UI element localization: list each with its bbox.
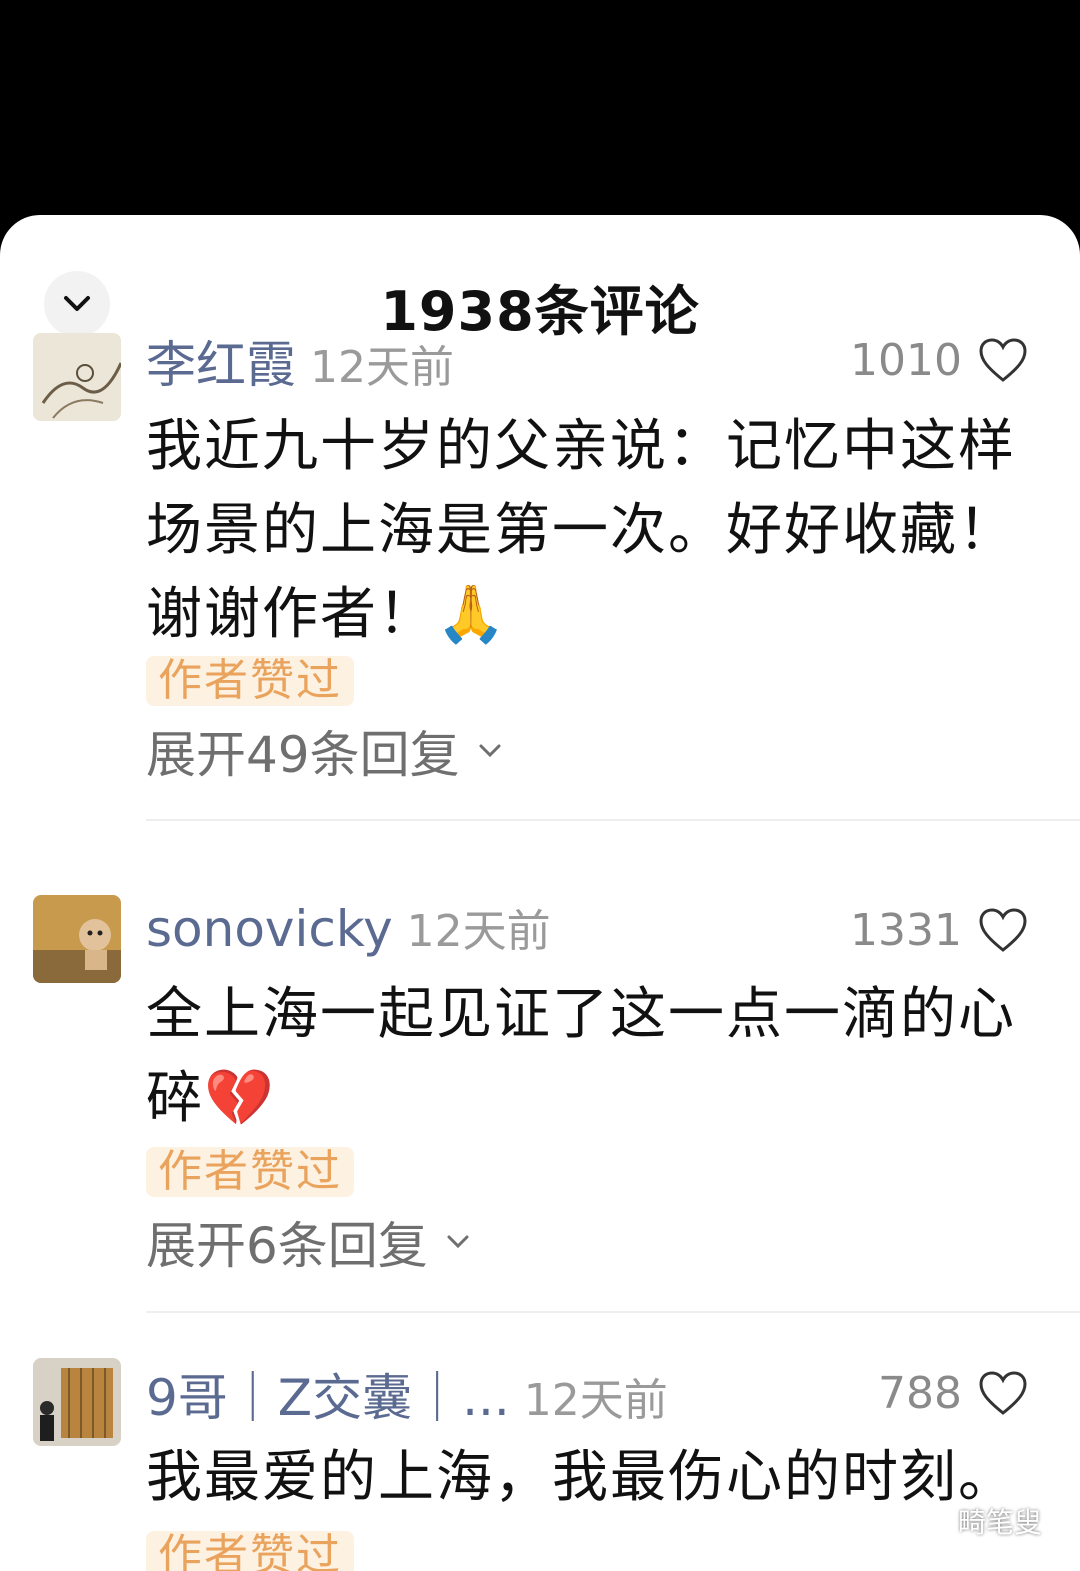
heart-icon[interactable] <box>978 1370 1028 1416</box>
like-count: 1010 <box>850 334 962 386</box>
chevron-down-icon <box>479 744 501 758</box>
watermark: 畸笔叟 <box>904 1501 1042 1541</box>
heart-icon[interactable] <box>978 907 1028 953</box>
avatar-image <box>33 333 121 421</box>
expand-replies-button[interactable]: 展开49条回复 <box>146 715 502 787</box>
avatar-image <box>33 895 121 983</box>
avatar-image <box>33 1358 121 1446</box>
avatar[interactable] <box>33 333 121 421</box>
comment-text: 全上海一起见证了这一点一滴的心碎💔 <box>146 982 1016 1131</box>
avatar[interactable] <box>33 895 121 983</box>
expand-replies-label: 展开6条回复 <box>146 1217 428 1275</box>
comment-item: 李红霞 12天前 1010 我近九十岁的父亲说：记忆中这样场景的上海是第一次。好… <box>0 333 1080 843</box>
divider <box>146 819 1080 821</box>
like-count: 1331 <box>850 904 962 956</box>
username[interactable]: 李红霞 <box>146 325 296 397</box>
author-liked-badge: 作者赞过 <box>146 1531 354 1571</box>
like-group[interactable]: 788 <box>878 1358 1028 1428</box>
comment-text: 我最爱的上海，我最伤心的时刻。 <box>146 1445 1016 1510</box>
username[interactable]: 9哥｜Z交囊｜... <box>146 1358 510 1430</box>
top-black-area <box>0 0 1080 215</box>
comments-sheet: 1938条评论 李红霞 12天前 1010 我近九十岁的父亲说：记忆中这样场景的… <box>0 215 1080 1571</box>
author-liked-badge: 作者赞过 <box>146 1147 354 1197</box>
heart-icon[interactable] <box>978 337 1028 383</box>
divider <box>146 1311 1080 1313</box>
avatar[interactable] <box>33 1358 121 1446</box>
expand-replies-label: 展开49条回复 <box>146 726 460 784</box>
comment-meta: 9哥｜Z交囊｜... 12天前 <box>146 1358 668 1428</box>
comment-text: 我近九十岁的父亲说：记忆中这样场景的上海是第一次。好好收藏！谢谢作者！🙏 <box>146 414 1016 647</box>
like-group[interactable]: 1010 <box>850 325 1028 395</box>
like-count: 788 <box>878 1367 962 1419</box>
comment-meta: sonovicky 12天前 <box>146 895 551 965</box>
comment-item: sonovicky 12天前 1331 全上海一起见证了这一点一滴的心碎💔 作者… <box>0 893 1080 1353</box>
wechat-icon <box>904 1504 947 1536</box>
chevron-down-icon <box>447 1235 469 1249</box>
like-group[interactable]: 1331 <box>850 895 1028 965</box>
comment-time: 12天前 <box>310 342 454 393</box>
comment-time: 12天前 <box>406 906 551 957</box>
author-liked-badge: 作者赞过 <box>146 656 354 706</box>
comment-time: 12天前 <box>523 1375 668 1426</box>
comment-meta: 李红霞 12天前 <box>146 325 454 395</box>
expand-replies-button[interactable]: 展开6条回复 <box>146 1206 470 1278</box>
watermark-text: 畸笔叟 <box>957 1506 1042 1539</box>
username[interactable]: sonovicky <box>146 900 393 958</box>
